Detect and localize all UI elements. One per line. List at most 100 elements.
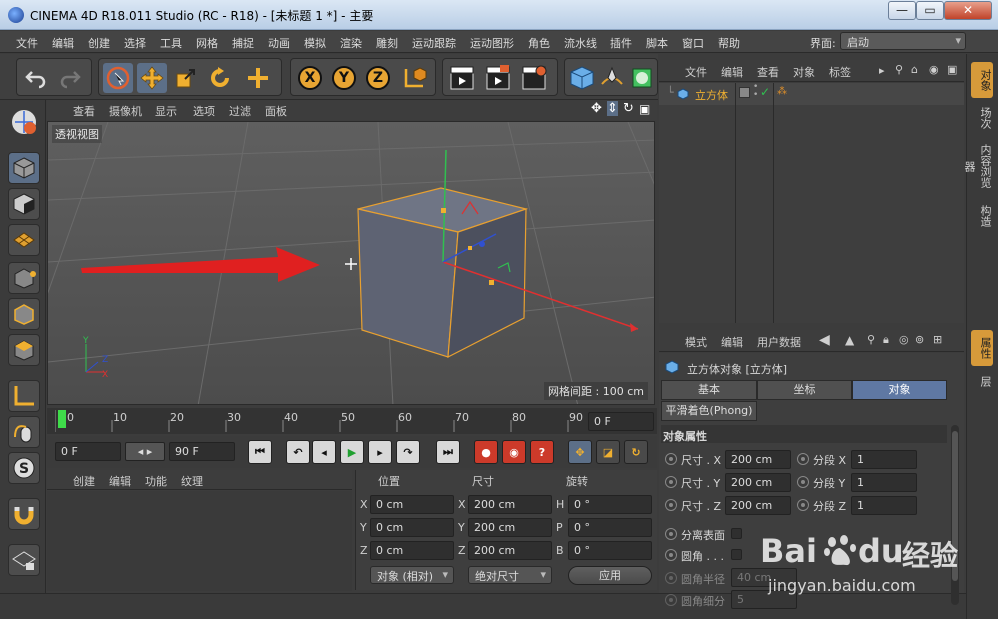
create-cube-button[interactable] <box>567 63 597 93</box>
size-y-input[interactable]: 200 cm <box>725 473 791 492</box>
move-tool-button[interactable] <box>137 63 167 93</box>
menu-tools[interactable]: 工具 <box>160 35 182 51</box>
viewport-move-icon[interactable]: ⇕ <box>607 101 618 116</box>
previous-frame-button[interactable]: ◂ <box>312 440 336 464</box>
om-eye-icon[interactable]: ◉ <box>929 63 939 76</box>
seg-z-input[interactable]: 1 <box>851 496 917 515</box>
render-picture-viewer-button[interactable] <box>483 63 513 93</box>
phong-tag-icon[interactable]: ⁂ <box>777 86 787 97</box>
seg-z-anim-radio[interactable] <box>797 499 809 511</box>
undo-button[interactable] <box>21 63 51 93</box>
tab-basic[interactable]: 基本 <box>661 380 757 400</box>
menu-pipeline[interactable]: 流水线 <box>564 35 597 51</box>
seg-y-input[interactable]: 1 <box>851 473 917 492</box>
menu-motion-tracking[interactable]: 运动跟踪 <box>412 35 456 51</box>
size-y-anim-radio[interactable] <box>665 476 677 488</box>
size-mode-dropdown[interactable]: 绝对尺寸 <box>468 566 552 584</box>
coordinate-system-button[interactable] <box>399 63 429 93</box>
material-menu-edit[interactable]: 编辑 <box>109 473 131 489</box>
side-tab-attributes[interactable]: 属性 <box>971 330 993 366</box>
seg-x-input[interactable]: 1 <box>851 450 917 469</box>
timeline-playhead[interactable] <box>58 410 66 428</box>
om-menu-tags[interactable]: 标签 <box>829 64 851 80</box>
viewport-menu-panel[interactable]: 面板 <box>265 103 287 119</box>
attr-back-arrow-icon[interactable]: ◀ <box>819 332 830 348</box>
size-x-anim-radio[interactable] <box>665 453 677 465</box>
attr-lock-icon[interactable]: 🔒︎ <box>883 333 889 347</box>
next-key-button[interactable]: ↷ <box>396 440 420 464</box>
side-tab-content-browser[interactable]: 内容浏览器 <box>963 138 993 194</box>
frame-range-spinner[interactable]: ◂ ▸ <box>125 442 165 461</box>
layer-icon[interactable] <box>739 87 750 98</box>
fillet-checkbox[interactable] <box>731 549 742 560</box>
side-tab-takes[interactable]: 场次 <box>971 100 993 136</box>
size-z-anim-radio[interactable] <box>665 499 677 511</box>
previous-key-button[interactable]: ↶ <box>286 440 310 464</box>
y-axis-lock-button[interactable]: Y <box>329 63 359 93</box>
viewport-menu-view[interactable]: 查看 <box>73 103 95 119</box>
tab-coord[interactable]: 坐标 <box>757 380 852 400</box>
object-name[interactable]: 立方体 <box>695 87 728 103</box>
render-settings-button[interactable] <box>519 63 549 93</box>
material-menu-texture[interactable]: 纹理 <box>181 473 203 489</box>
go-to-start-button[interactable]: ⏮ <box>248 440 272 464</box>
size-z-input[interactable]: 200 cm <box>725 496 791 515</box>
recent-tool-button[interactable] <box>243 63 273 93</box>
om-search-icon[interactable]: ⚲ <box>895 63 903 76</box>
edge-mode-button[interactable] <box>8 298 40 330</box>
attr-menu-edit[interactable]: 编辑 <box>721 334 743 350</box>
viewport-menu-options[interactable]: 选项 <box>193 103 215 119</box>
rotate-tool-button[interactable] <box>205 63 235 93</box>
go-to-end-button[interactable]: ⏭ <box>436 440 460 464</box>
attr-search-icon[interactable]: ⚲ <box>867 333 875 346</box>
menu-edit[interactable]: 编辑 <box>52 35 74 51</box>
menu-mesh[interactable]: 网格 <box>196 35 218 51</box>
viewport-maximize-icon[interactable]: ▣ <box>639 102 650 116</box>
om-menu-objects[interactable]: 对象 <box>793 64 815 80</box>
tab-object[interactable]: 对象 <box>852 380 947 400</box>
object-row[interactable]: └ 立方体 • • ✓ ⁂ <box>659 83 964 323</box>
fillet-radius-anim-radio[interactable] <box>665 572 677 584</box>
record-keys-button[interactable]: ● <box>474 440 498 464</box>
size-y-field[interactable]: 200 cm <box>468 518 552 537</box>
layout-dropdown[interactable]: 启动 <box>840 32 966 50</box>
perspective-viewport[interactable]: 透视视图 Y Z X 网格间距 : 100 cm <box>47 121 655 405</box>
rot-p-field[interactable]: 0 ° <box>568 518 652 537</box>
material-menu-create[interactable]: 创建 <box>73 473 95 489</box>
coordinate-mode-dropdown[interactable]: 对象 (相对) <box>370 566 454 584</box>
enabled-check-icon[interactable]: ✓ <box>760 85 770 99</box>
live-select-button[interactable] <box>103 63 133 93</box>
close-button[interactable]: ✕ <box>944 1 992 20</box>
record-scale-button[interactable]: ◪ <box>596 440 620 464</box>
om-home-icon[interactable]: ⌂ <box>911 63 918 76</box>
solo-button[interactable]: S <box>8 452 40 484</box>
scale-tool-button[interactable] <box>171 63 201 93</box>
om-menu-file[interactable]: 文件 <box>685 64 707 80</box>
snap-button[interactable] <box>8 498 40 530</box>
pos-z-field[interactable]: 0 cm <box>370 541 454 560</box>
autokey-button[interactable]: ◉ <box>502 440 526 464</box>
viewport-pan-icon[interactable]: ✥ <box>591 101 602 116</box>
seg-x-anim-radio[interactable] <box>797 453 809 465</box>
menu-mograph[interactable]: 运动图形 <box>470 35 514 51</box>
texture-mode-button[interactable] <box>8 188 40 220</box>
attr-menu-mode[interactable]: 模式 <box>685 334 707 350</box>
om-menu-view[interactable]: 查看 <box>757 64 779 80</box>
side-tab-layers[interactable]: 层 <box>971 368 993 394</box>
pos-x-field[interactable]: 0 cm <box>370 495 454 514</box>
attr-new-window-icon[interactable]: ⊞ <box>933 333 942 346</box>
apply-button[interactable]: 应用 <box>568 566 652 585</box>
om-menu-edit[interactable]: 编辑 <box>721 64 743 80</box>
tab-phong[interactable]: 平滑着色(Phong) <box>661 401 757 421</box>
side-tab-objects[interactable]: 对象 <box>971 62 993 98</box>
viewport-rotate-icon[interactable]: ↻ <box>623 101 634 116</box>
start-frame-field[interactable]: 0 F <box>55 442 121 461</box>
menu-render[interactable]: 渲染 <box>340 35 362 51</box>
menu-simulate[interactable]: 模拟 <box>304 35 326 51</box>
om-expand-arrow-icon[interactable]: ▸ <box>879 64 885 77</box>
viewport-menu-filter[interactable]: 过滤 <box>229 103 251 119</box>
pos-y-field[interactable]: 0 cm <box>370 518 454 537</box>
material-manager-area[interactable] <box>47 491 352 591</box>
attr-menu-userdata[interactable]: 用户数据 <box>757 334 801 350</box>
seg-y-anim-radio[interactable] <box>797 476 809 488</box>
